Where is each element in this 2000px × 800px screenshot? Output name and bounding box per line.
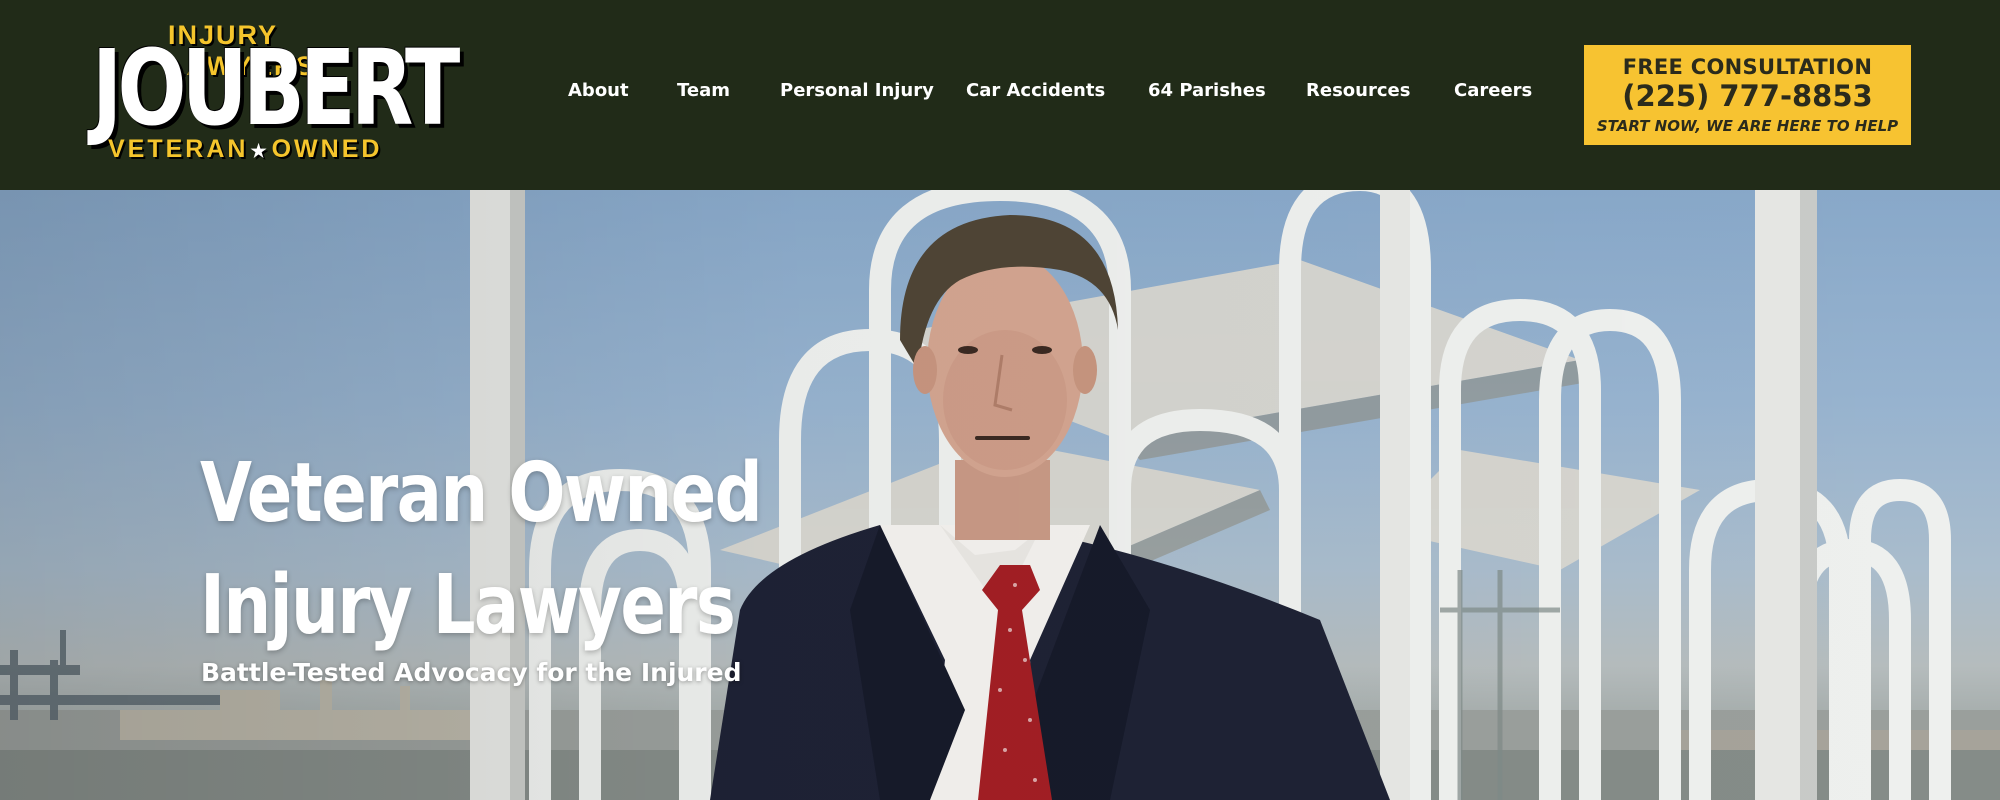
nav-item-car-accidents[interactable]: Car Accidents	[966, 80, 1105, 101]
nav-item-careers[interactable]: Careers	[1454, 80, 1532, 101]
nav-item-personal-injury[interactable]: Personal Injury	[780, 80, 934, 101]
logo-bottom-right: OWNED	[271, 135, 383, 163]
free-consultation-button[interactable]: FREE CONSULTATION (225) 777-8853 START N…	[1584, 45, 1911, 145]
hero-title-line1: Veteran Owned	[200, 446, 763, 541]
hero-title-line2: Injury Lawyers	[200, 558, 736, 653]
hero-title: Veteran Owned Injury Lawyers	[200, 438, 774, 662]
nav-item-64-parishes[interactable]: 64 Parishes	[1148, 80, 1266, 101]
cta-title: FREE CONSULTATION	[1622, 55, 1873, 79]
nav-item-about[interactable]: About	[568, 80, 629, 101]
logo-tagline-bottom: VETERAN ★OWNED	[108, 135, 382, 164]
logo-bottom-left: VETERAN	[108, 135, 249, 163]
cta-subtitle: START NOW, WE ARE HERE TO HELP	[1596, 117, 1899, 135]
star-icon: ★	[250, 141, 270, 161]
nav-item-team[interactable]: Team	[677, 80, 730, 101]
joubert-logo[interactable]: INJURY LAWYERS JOUBERT VETERAN ★OWNED	[90, 20, 460, 165]
logo-wordmark: JOUBERT	[92, 27, 460, 149]
hero-subtitle: Battle-Tested Advocacy for the Injured	[201, 658, 742, 687]
site-header: INJURY LAWYERS JOUBERT VETERAN ★OWNED Abo…	[0, 0, 2000, 190]
cta-phone[interactable]: (225) 777-8853	[1584, 79, 1911, 113]
nav-item-resources[interactable]: Resources	[1306, 80, 1410, 101]
hero-section: Veteran Owned Injury Lawyers Battle-Test…	[0, 190, 2000, 800]
